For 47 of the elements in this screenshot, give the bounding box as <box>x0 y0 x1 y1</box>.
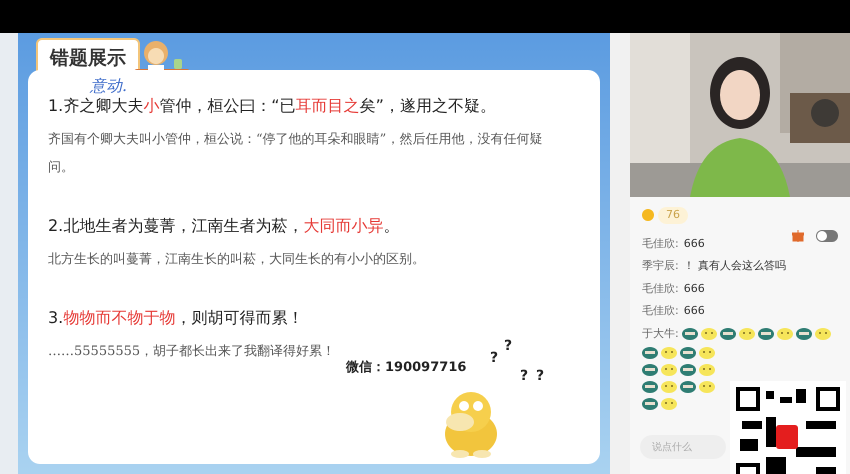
ninja-emoji-icon <box>720 327 736 340</box>
chat-username: 毛佳欣: <box>642 236 679 252</box>
question-line: 2.北地生者为蔓菁，江南生者为菘，大同而小异。 <box>48 215 400 237</box>
ninja-emoji-icon <box>642 363 658 376</box>
ninja-emoji-icon <box>680 363 696 376</box>
chat-username: 季宇辰: <box>642 258 679 274</box>
ninja-emoji-icon <box>758 327 774 340</box>
ninja-emoji-icon <box>642 397 658 410</box>
ninja-emoji-icon <box>680 380 696 393</box>
chat-message: 666 <box>684 303 705 319</box>
translation-text: 北方生长的叫蔓菁，江南生长的叫菘，大同生长的有小小的区别。 <box>48 251 425 269</box>
coin-icon <box>642 209 654 222</box>
ninja-emoji-icon <box>642 346 658 359</box>
question-line: 3.物物而不物于物，则胡可得而累！ <box>48 307 304 329</box>
chat-message: 666 <box>684 280 705 296</box>
lemon-emoji-icon <box>699 363 715 376</box>
chat-message: ！ 真有人会这么答吗 <box>684 258 786 274</box>
lemon-emoji-icon <box>661 397 677 410</box>
question-mark: ? <box>504 337 512 356</box>
question-line: 1.齐之卿大夫小管仲，桓公曰：“已耳而目之矣”，遂用之不疑。 <box>48 95 497 117</box>
chat-message: 666 <box>684 236 705 252</box>
chat-username: 毛佳欣: <box>642 303 679 319</box>
lemon-emoji-icon <box>699 380 715 393</box>
translation-text: ……55555555，胡子都长出来了我翻译得好累！ <box>48 343 336 361</box>
chat-username: 毛佳欣: <box>642 280 679 296</box>
ninja-emoji-icon <box>642 380 658 393</box>
lemon-emoji-icon <box>700 327 717 340</box>
ninja-emoji-icon <box>680 346 696 359</box>
chat-input[interactable]: 说点什么 <box>640 435 726 459</box>
gift-icon[interactable] <box>792 230 804 242</box>
contact-text: 微信：190097716 <box>346 359 466 377</box>
ninja-emoji-icon <box>796 327 812 340</box>
lemon-emoji-icon <box>661 346 677 359</box>
chat-username: 于大牛: <box>642 326 679 342</box>
question-mark: ? <box>520 367 528 386</box>
coin-count: 76 <box>658 207 688 224</box>
lemon-emoji-icon <box>661 380 677 393</box>
ninja-emoji-icon <box>682 327 698 340</box>
lemon-emoji-icon <box>738 327 755 340</box>
lemon-emoji-icon <box>661 363 677 376</box>
question-mark: ? <box>536 367 544 386</box>
lemon-emoji-icon <box>699 346 715 359</box>
lemon-emoji-icon <box>814 327 831 340</box>
translation-text: 齐国有个卿大夫叫小管仲，桓公说：“停了他的耳朵和眼睛”，然后任用他，没有任何疑问。 <box>48 131 544 177</box>
toggle-switch[interactable] <box>816 230 838 242</box>
lemon-emoji-icon <box>776 327 793 340</box>
question-mark: ? <box>490 349 498 368</box>
